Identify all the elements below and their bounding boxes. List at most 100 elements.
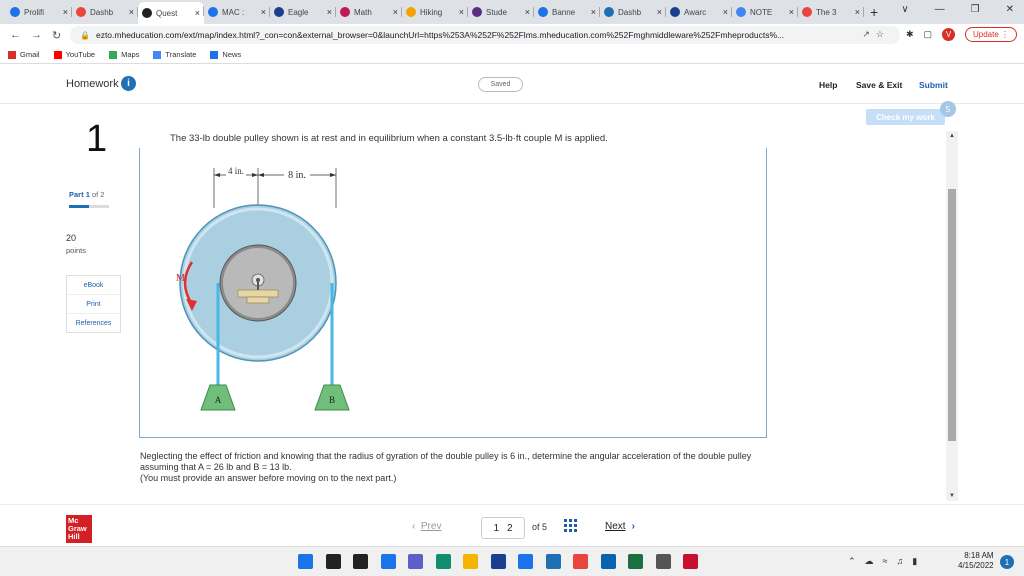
tab-title: NOTE <box>750 7 773 17</box>
browser-tab[interactable]: Banne × <box>534 3 600 21</box>
edge-icon[interactable] <box>435 554 451 569</box>
browser-tab[interactable]: Awarc × <box>666 3 732 21</box>
bookmark-icon <box>8 50 16 59</box>
tab-title: Dashb <box>618 7 642 17</box>
points-value: 20 <box>66 233 77 243</box>
file-explorer-icon[interactable] <box>463 554 478 569</box>
tab-title: Eagle <box>288 7 309 17</box>
page-next-number[interactable]: 2 <box>507 523 513 534</box>
bookmark-news[interactable]: News <box>210 50 241 59</box>
reload-icon[interactable]: ↻ <box>52 29 61 42</box>
bookmark-youtube[interactable]: YouTube <box>53 50 95 59</box>
part-question-line-1: Neglecting the effect of friction and kn… <box>140 451 752 472</box>
restore-icon[interactable]: ❐ <box>971 4 980 15</box>
widgets-icon[interactable] <box>380 554 396 569</box>
teams-icon[interactable] <box>408 554 423 569</box>
tab-close-icon[interactable]: × <box>657 7 662 17</box>
tab-favicon-icon <box>802 7 812 17</box>
submit-button[interactable]: Submit <box>919 80 948 90</box>
wifi-icon[interactable]: ≈ <box>883 556 888 567</box>
browser-tab[interactable]: MAC : × <box>204 3 270 21</box>
mail-icon[interactable] <box>518 554 533 569</box>
page-current[interactable]: 1 <box>493 523 499 534</box>
tab-close-icon[interactable]: × <box>525 7 530 17</box>
photos-icon[interactable] <box>545 554 561 569</box>
url-field[interactable]: 🔒 ezto.mheducation.com/ext/map/index.htm… <box>70 26 900 44</box>
browser-tab[interactable]: Stude × <box>468 3 534 21</box>
tab-favicon-icon <box>208 7 218 17</box>
help-link[interactable]: Help <box>819 80 837 90</box>
tab-close-icon[interactable]: × <box>459 7 464 17</box>
volume-icon[interactable]: ♫ <box>897 556 904 567</box>
share-star-icons[interactable]: ↗☆ <box>862 29 890 40</box>
chrome-icon[interactable] <box>573 554 588 569</box>
tab-close-icon[interactable]: × <box>129 7 134 17</box>
info-icon[interactable]: i <box>121 76 136 91</box>
tab-close-icon[interactable]: × <box>327 7 332 17</box>
browser-tab[interactable]: Prolifi × <box>6 3 72 21</box>
profile-avatar[interactable]: V <box>942 28 956 41</box>
browser-tab[interactable]: Math × <box>336 3 402 21</box>
part-progress-bar <box>69 205 109 208</box>
new-tab-button[interactable]: + <box>870 4 878 20</box>
content-scrollbar[interactable]: ▲ ▼ <box>946 131 958 501</box>
tab-close-icon[interactable]: × <box>591 7 596 17</box>
scroll-down-icon[interactable]: ▼ <box>949 493 955 499</box>
bookmark-gmail[interactable]: Gmail <box>8 50 40 59</box>
print-button[interactable]: Print <box>67 295 120 314</box>
bookmark-translate[interactable]: Translate <box>153 50 196 59</box>
save-exit-button[interactable]: Save & Exit <box>856 80 902 90</box>
onedrive-icon[interactable]: ☁ <box>865 556 874 567</box>
clock-time: 8:18 AM <box>964 551 994 560</box>
scrollbar-thumb[interactable] <box>948 189 956 441</box>
page-selector[interactable]: 1 2 <box>481 517 525 539</box>
bookmark-label: Translate <box>165 50 197 59</box>
mcafee-icon[interactable] <box>683 554 698 569</box>
browser-tab[interactable]: NOTE × <box>732 3 798 21</box>
tab-close-icon[interactable]: × <box>261 7 266 17</box>
tab-close-icon[interactable]: × <box>855 7 860 17</box>
references-button[interactable]: References <box>67 314 120 333</box>
grid-view-icon[interactable] <box>564 519 578 533</box>
tab-close-icon[interactable]: × <box>195 8 200 18</box>
next-button[interactable]: Next › <box>605 521 635 532</box>
browser-tab[interactable]: Dashb × <box>600 3 666 21</box>
browser-tab[interactable]: Hiking × <box>402 3 468 21</box>
update-button[interactable]: Update ⋮ <box>965 27 1018 42</box>
browser-tab[interactable]: Quest × <box>138 2 204 24</box>
back-arrow-icon[interactable]: ← <box>10 29 21 41</box>
store-icon[interactable] <box>490 554 506 569</box>
notification-badge[interactable]: 1 <box>1000 555 1014 569</box>
check-my-work-button[interactable]: Check my work <box>866 109 945 125</box>
task-view-icon[interactable] <box>353 554 368 569</box>
ebook-button[interactable]: eBook <box>67 276 120 295</box>
windows-start-icon[interactable] <box>298 554 313 569</box>
next-label: Next <box>605 521 626 532</box>
minimize-icon[interactable]: — <box>935 4 945 15</box>
calculator-icon[interactable] <box>655 554 671 569</box>
search-icon[interactable] <box>325 554 341 569</box>
browser-tab[interactable]: Dashb × <box>72 3 138 21</box>
forward-arrow-icon[interactable]: → <box>31 29 42 41</box>
page-of-label: of 5 <box>532 522 548 532</box>
outlook-icon[interactable] <box>600 554 616 569</box>
scroll-up-icon[interactable]: ▲ <box>949 133 955 139</box>
bookmark-icon <box>210 50 219 59</box>
extensions-puzzle-icon[interactable]: ✱ <box>906 29 914 40</box>
browser-tab[interactable]: Eagle × <box>270 3 336 21</box>
battery-icon[interactable]: ▮ <box>912 556 917 567</box>
chevron-up-icon[interactable]: ⌃ <box>848 556 856 567</box>
taskbar-clock[interactable]: 8:18 AM 4/15/2022 <box>958 551 994 571</box>
browser-tab[interactable]: The 3 × <box>798 3 864 21</box>
tab-close-icon[interactable]: × <box>63 7 68 17</box>
support-block <box>237 289 279 298</box>
tab-search-icon[interactable]: ∨ <box>901 4 908 15</box>
tab-close-icon[interactable]: × <box>723 7 728 17</box>
prev-button[interactable]: ‹ Prev <box>412 521 441 532</box>
sidepanel-icon[interactable]: ▢ <box>924 29 933 40</box>
tab-close-icon[interactable]: × <box>393 7 398 17</box>
tab-close-icon[interactable]: × <box>789 7 794 17</box>
close-window-icon[interactable]: ✕ <box>1006 4 1014 15</box>
excel-icon[interactable] <box>628 554 643 569</box>
bookmark-maps[interactable]: Maps <box>109 50 139 59</box>
